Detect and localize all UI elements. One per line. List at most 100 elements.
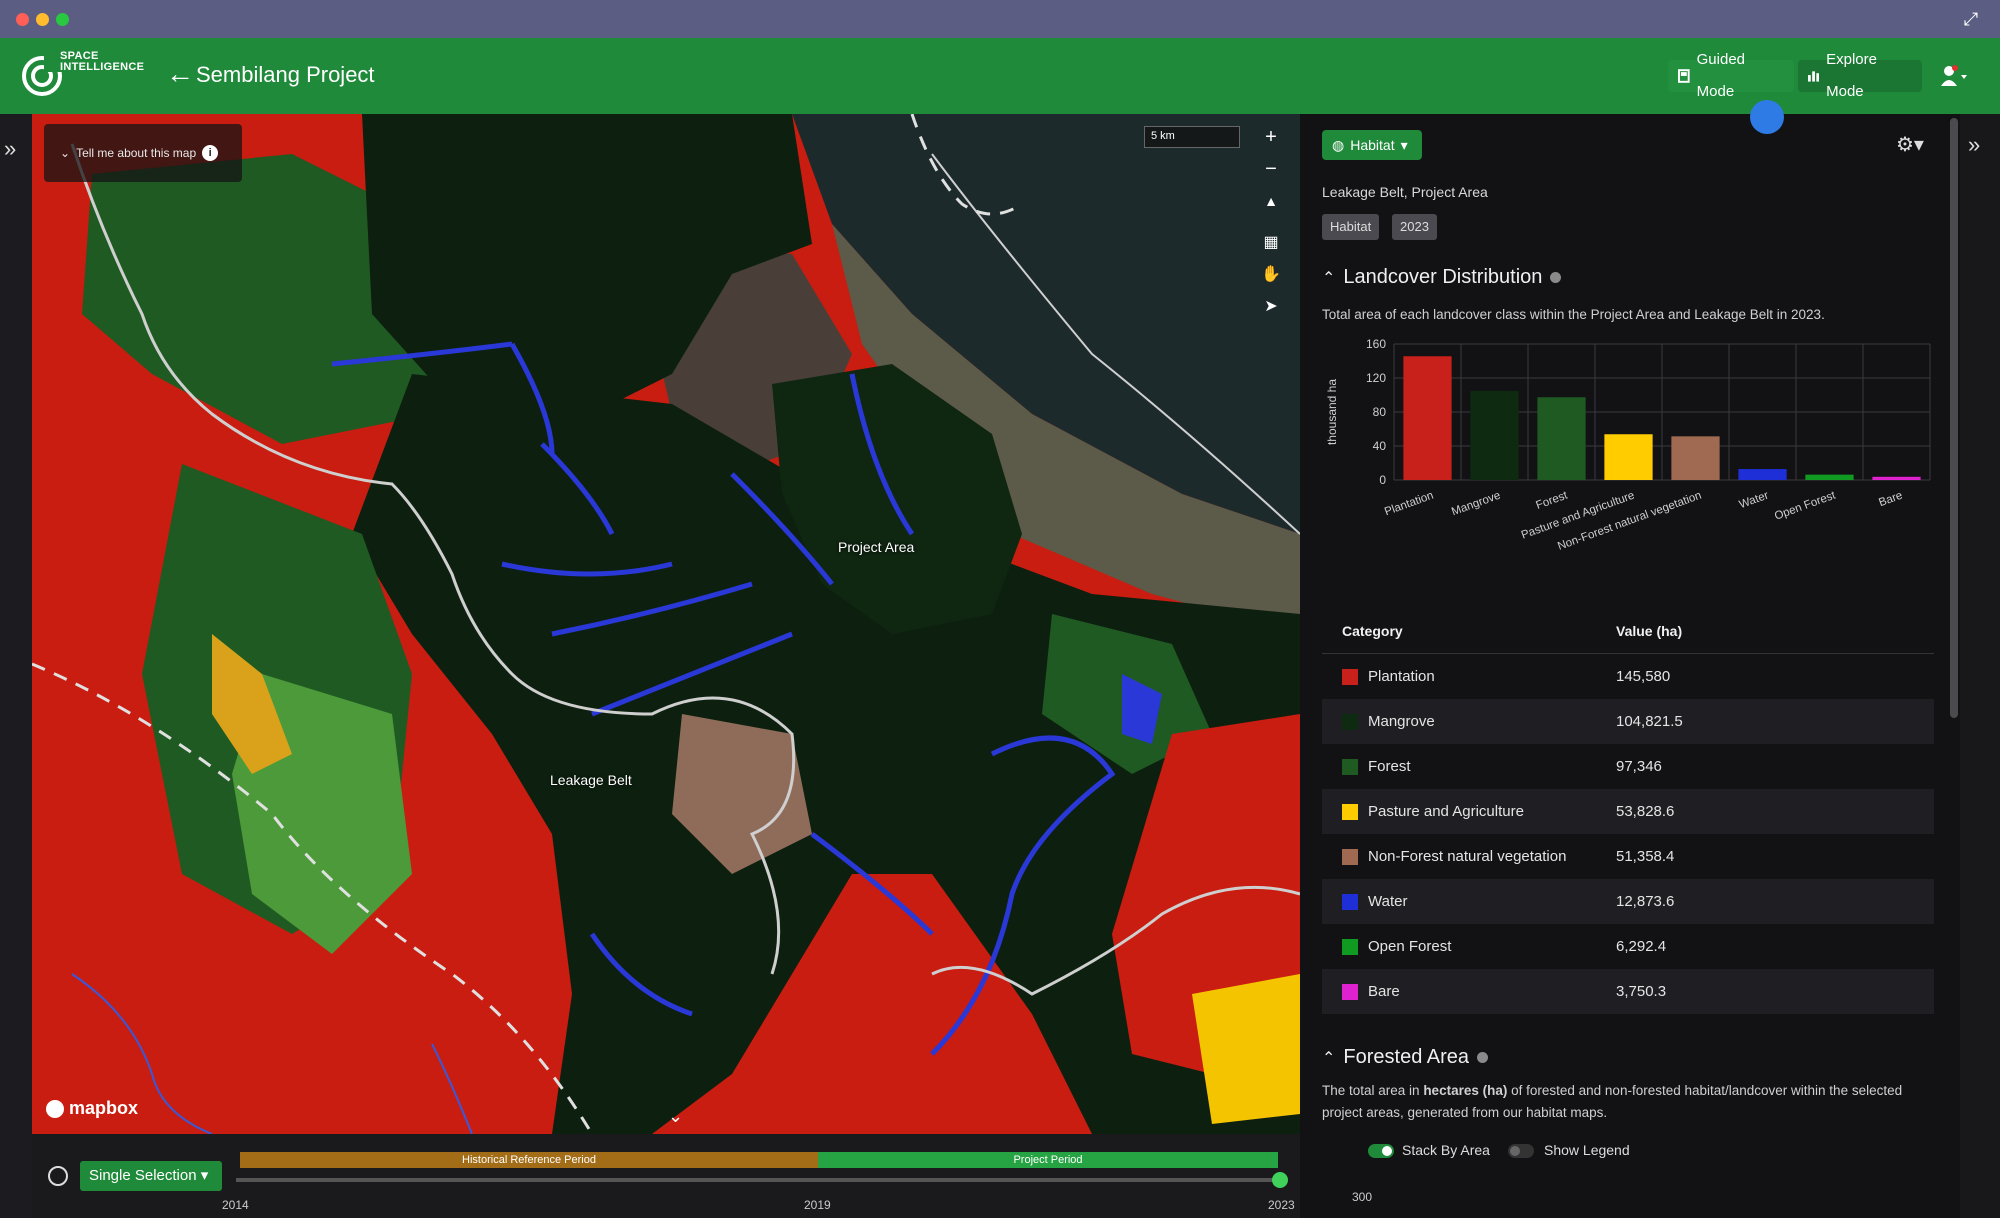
y-tick-label: 40: [1373, 439, 1387, 453]
category-name: Water: [1368, 893, 1408, 910]
right-sidebar-toggle[interactable]: »: [1960, 114, 2000, 1218]
chevron-up-icon: ⌃: [1322, 1049, 1336, 1067]
show-legend-toggle[interactable]: [1508, 1144, 1534, 1158]
info-icon[interactable]: [1550, 272, 1562, 283]
forested-section-header[interactable]: ⌃ Forested Area: [1322, 1046, 1489, 1069]
stack-by-area-toggle[interactable]: [1368, 1144, 1394, 1158]
timeline-track[interactable]: [236, 1178, 1276, 1182]
historical-period-bar: Historical Reference Period: [240, 1152, 818, 1168]
window-titlebar: ⤢: [0, 0, 2000, 38]
legend-swatch: [1342, 983, 1358, 1000]
bar-plantation: [1403, 356, 1452, 480]
collapse-timeline-icon[interactable]: ⌄: [668, 1106, 683, 1127]
landcover-bar-chart: 04080120160Plantation Mangrove ForestPastu…: [1325, 337, 1931, 553]
expand-right-icon[interactable]: »: [1968, 132, 1981, 158]
panel-scrollbar[interactable]: [1950, 118, 1958, 718]
map-info-label: Tell me about this map: [76, 146, 197, 160]
guided-mode-button[interactable]: Guided Mode: [1668, 51, 1794, 100]
bar-non-forest-natural-vegetation: [1671, 436, 1720, 480]
timeline-slider-handle[interactable]: [1272, 1172, 1288, 1188]
landcover-title: Landcover Distribution: [1343, 266, 1543, 288]
bar-chart-icon: [1808, 71, 1820, 82]
pointer-icon[interactable]: ➤: [1258, 294, 1284, 320]
category-name: Mangrove: [1368, 713, 1435, 730]
category-name: Plantation: [1368, 668, 1435, 685]
legend-swatch: [1342, 668, 1358, 685]
category-name: Open Forest: [1368, 938, 1452, 955]
compass-icon[interactable]: ▲: [1258, 188, 1284, 214]
stack-by-area-label: Stack By Area: [1402, 1142, 1490, 1158]
chevron-down-icon: ⌄: [60, 146, 71, 160]
landcover-description: Total area of each landcover class withi…: [1322, 307, 1825, 322]
value-cell: 145,580: [1616, 668, 1671, 685]
layer-dropdown[interactable]: ◍ Habitat ▾: [1322, 130, 1422, 160]
bar-forest: [1537, 397, 1586, 480]
back-arrow-icon[interactable]: ←: [166, 60, 194, 88]
layer-dropdown-label: Habitat: [1350, 137, 1395, 153]
year-mid-label: 2019: [804, 1198, 831, 1212]
habitat-map[interactable]: ⌄ Tell me about this map i 5 km + − ▲ ▦ …: [32, 114, 1300, 1134]
left-sidebar-toggle[interactable]: »: [0, 114, 32, 1218]
selection-mode-label: Single Selection: [89, 1167, 197, 1184]
zoom-out-button[interactable]: −: [1258, 156, 1284, 182]
fullscreen-icon[interactable]: ⤢: [1960, 8, 1982, 30]
map-canvas[interactable]: [32, 114, 1300, 1134]
landcover-table: Category Value (ha) Plantation 145,580 Man…: [1322, 608, 1934, 1014]
x-tick-label: Plantation: [1383, 490, 1435, 519]
scale-bar: 5 km: [1144, 126, 1240, 148]
value-cell: 12,873.6: [1616, 893, 1675, 910]
forested-desc-pre: The total area in: [1322, 1083, 1424, 1098]
app-header: SPACE INTELLIGENCE ← Sembilang Project G…: [0, 38, 2000, 114]
value-cell: 97,346: [1616, 758, 1662, 775]
maximize-window-button[interactable]: [56, 13, 69, 26]
explore-mode-label: Explore Mode: [1826, 51, 1877, 100]
info-icon[interactable]: [1477, 1052, 1489, 1063]
explore-mode-button[interactable]: Explore Mode: [1798, 51, 1922, 100]
brand-text: SPACE INTELLIGENCE: [60, 50, 145, 73]
info-icon: i: [202, 145, 219, 161]
legend-swatch: [1342, 893, 1358, 910]
landcover-chart: 0 40 80 120 160 Plantation Mangrove Forest Pastu…: [1322, 334, 1942, 594]
guided-mode-label: Guided Mode: [1696, 51, 1746, 100]
forested-description: The total area in hectares (ha) of fores…: [1322, 1080, 1922, 1124]
project-period-bar: Project Period: [818, 1152, 1278, 1168]
category-cell: Open Forest: [1322, 938, 1616, 955]
timeline-bar: Single Selection ▾ Historical Reference …: [32, 1134, 1300, 1218]
clock-icon: [48, 1166, 68, 1186]
category-name: Forest: [1368, 758, 1411, 775]
table-row: Forest 97,346: [1322, 744, 1934, 789]
zoom-in-button[interactable]: +: [1258, 124, 1284, 150]
value-cell: 51,358.4: [1616, 848, 1675, 865]
selection-mode-dropdown[interactable]: Single Selection ▾: [80, 1161, 222, 1191]
close-window-button[interactable]: [16, 13, 29, 26]
y-tick-label: 120: [1366, 371, 1386, 385]
category-cell: Pasture and Agriculture: [1322, 803, 1616, 820]
bar-pasture-and-agriculture: [1604, 434, 1653, 480]
globe-icon: ◍: [1332, 137, 1345, 153]
toggle-knob: [1510, 1146, 1520, 1156]
col-value-header[interactable]: Value (ha): [1616, 623, 1682, 639]
user-menu-icon[interactable]: [1940, 64, 1970, 88]
col-category-header[interactable]: Category: [1322, 623, 1616, 639]
category-name: Pasture and Agriculture: [1368, 803, 1524, 820]
table-row: Open Forest 6,292.4: [1322, 924, 1934, 969]
caret-down-icon: ▾: [1400, 137, 1408, 153]
table-body: Plantation 145,580 Mangrove 104,821.5 Forest…: [1322, 654, 1934, 1014]
toggle-knob: [1382, 1146, 1392, 1156]
x-tick-label: Open Forest: [1773, 489, 1838, 522]
y-tick-label: 0: [1379, 473, 1386, 487]
tag-habitat: Habitat: [1322, 214, 1380, 240]
minimize-window-button[interactable]: [36, 13, 49, 26]
basemap-icon[interactable]: ▦: [1258, 230, 1284, 256]
category-cell: Non-Forest natural vegetation: [1322, 848, 1616, 865]
map-info-button[interactable]: ⌄ Tell me about this map i: [44, 124, 242, 182]
value-cell: 53,828.6: [1616, 803, 1675, 820]
pan-hand-icon[interactable]: ✋: [1258, 262, 1284, 288]
value-cell: 3,750.3: [1616, 983, 1667, 1000]
forested-desc-bold: hectares (ha): [1423, 1083, 1508, 1098]
expand-left-icon[interactable]: »: [4, 136, 17, 162]
landcover-section-header[interactable]: ⌃ Landcover Distribution: [1322, 266, 1562, 289]
tag-year: 2023: [1392, 214, 1437, 240]
settings-gear-icon[interactable]: ⚙▾: [1896, 132, 1924, 157]
bar-open-forest: [1805, 474, 1854, 480]
